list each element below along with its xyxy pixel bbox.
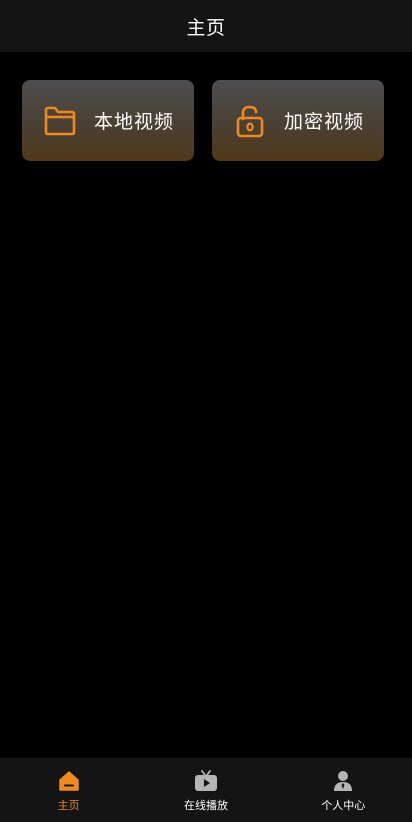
local-video-label: 本地视频 (94, 111, 175, 133)
page-title: 主页 (186, 16, 226, 39)
tab-home-label: 主页 (57, 799, 80, 812)
main-content: 本地视频 加密视频 (0, 52, 412, 758)
encrypted-video-label: 加密视频 (284, 111, 365, 133)
home-icon (56, 768, 82, 794)
local-video-card[interactable]: 本地视频 (22, 80, 194, 161)
user-icon (330, 768, 356, 794)
encrypted-video-card[interactable]: 加密视频 (212, 80, 384, 161)
tv-play-icon (193, 768, 219, 794)
feature-cards: 本地视频 加密视频 (22, 80, 384, 161)
top-app-bar: 主页 (0, 0, 412, 52)
tab-profile[interactable]: 个人中心 (275, 758, 412, 822)
bottom-tab-bar: 主页 在线播放 个人中心 (0, 758, 412, 822)
tab-online-play[interactable]: 在线播放 (137, 758, 274, 822)
unlock-icon (232, 103, 268, 139)
tab-home[interactable]: 主页 (0, 758, 137, 822)
tab-profile-label: 个人中心 (321, 799, 366, 812)
tab-online-play-label: 在线播放 (183, 799, 228, 812)
folder-icon (42, 103, 78, 139)
